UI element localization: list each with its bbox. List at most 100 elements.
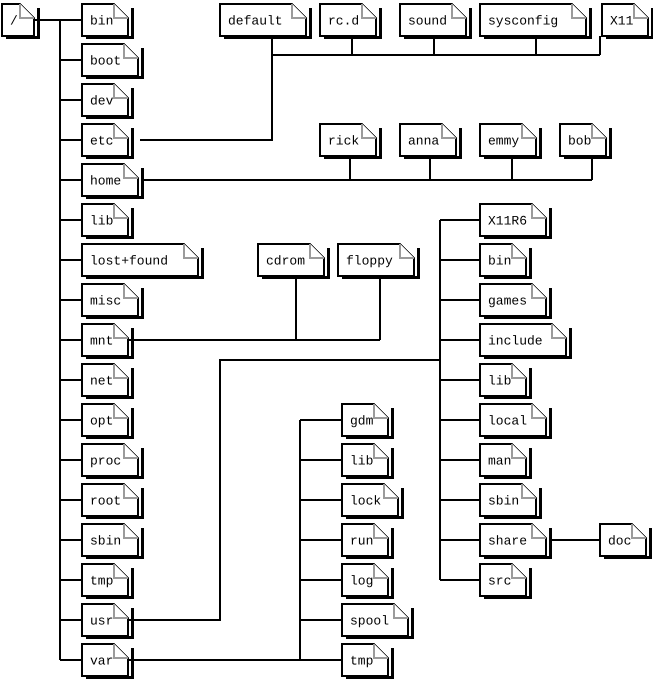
folder-node-anna[interactable]: anna bbox=[399, 123, 462, 159]
folder-node-net[interactable]: net bbox=[81, 363, 134, 399]
folder-node-boot[interactable]: boot bbox=[81, 43, 144, 79]
folder-node-varlib[interactable]: lib bbox=[341, 443, 394, 479]
folder-node-bob[interactable]: bob bbox=[559, 123, 612, 159]
folder-node-src[interactable]: src bbox=[479, 563, 532, 599]
folder-node-emmy[interactable]: emmy bbox=[479, 123, 542, 159]
folder-node-cdrom[interactable]: cdrom bbox=[257, 243, 330, 279]
folder-label-tmp: tmp bbox=[90, 573, 113, 588]
folder-label-local: local bbox=[488, 413, 527, 428]
folder-node-lostfound[interactable]: lost+found bbox=[81, 243, 204, 279]
folder-node-include[interactable]: include bbox=[479, 323, 572, 359]
folder-label-net: net bbox=[90, 373, 113, 388]
folder-node-usrsbin[interactable]: sbin bbox=[479, 483, 542, 519]
folder-node-doc[interactable]: doc bbox=[599, 523, 652, 559]
folder-label-opt: opt bbox=[90, 413, 113, 428]
folder-label-usrlib: lib bbox=[488, 373, 511, 388]
folder-node-floppy[interactable]: floppy bbox=[337, 243, 420, 279]
folder-label-run: run bbox=[350, 533, 373, 548]
folder-label-rcd: rc.d bbox=[328, 13, 359, 28]
folder-label-sbin: sbin bbox=[90, 533, 121, 548]
folder-node-spool[interactable]: spool bbox=[341, 603, 414, 639]
folder-node-opt[interactable]: opt bbox=[81, 403, 134, 439]
folder-node-etc[interactable]: etc bbox=[81, 123, 134, 159]
folder-label-default: default bbox=[228, 13, 283, 28]
folder-node-log[interactable]: log bbox=[341, 563, 394, 599]
folder-node-proc[interactable]: proc bbox=[81, 443, 144, 479]
folder-label-usr: usr bbox=[90, 613, 113, 628]
folder-label-varlib: lib bbox=[350, 453, 373, 468]
folder-label-sound: sound bbox=[408, 13, 447, 28]
folder-node-tmp[interactable]: tmp bbox=[81, 563, 134, 599]
folder-node-root[interactable]: / bbox=[1, 3, 40, 39]
folder-label-usrsbin: sbin bbox=[488, 493, 519, 508]
folder-label-src: src bbox=[488, 573, 511, 588]
folder-label-gdm: gdm bbox=[350, 413, 374, 428]
folder-label-misc: misc bbox=[90, 293, 121, 308]
folder-node-sound[interactable]: sound bbox=[399, 3, 472, 39]
folder-fold-corner-icon bbox=[123, 484, 138, 499]
folder-node-vartmp[interactable]: tmp bbox=[341, 643, 394, 679]
folder-node-home[interactable]: home bbox=[81, 163, 144, 199]
folder-label-vartmp: tmp bbox=[350, 653, 373, 668]
folder-fold-corner-icon bbox=[531, 524, 546, 539]
folder-fold-corner-icon bbox=[123, 444, 138, 459]
folder-node-var[interactable]: var bbox=[81, 643, 134, 679]
folder-node-rick[interactable]: rick bbox=[319, 123, 382, 159]
folder-node-sbin[interactable]: sbin bbox=[81, 523, 144, 559]
folder-node-games[interactable]: games bbox=[479, 283, 552, 319]
folder-label-include: include bbox=[488, 333, 543, 348]
folder-label-dev: dev bbox=[90, 93, 114, 108]
folder-node-run[interactable]: run bbox=[341, 523, 394, 559]
folder-fold-corner-icon bbox=[399, 244, 414, 259]
folder-label-mnt: mnt bbox=[90, 333, 113, 348]
tree-canvas: / bin boot dev etc home lib lost+found misc mnt ne… bbox=[1, 3, 653, 679]
folder-label-doc: doc bbox=[608, 533, 631, 548]
folder-node-sysconfig[interactable]: sysconfig bbox=[479, 3, 592, 39]
folder-label-log: log bbox=[350, 573, 373, 588]
folder-fold-corner-icon bbox=[123, 44, 138, 59]
folder-label-x11: X11 bbox=[610, 13, 634, 28]
folder-node-x11[interactable]: X11 bbox=[601, 3, 653, 39]
folder-node-misc[interactable]: misc bbox=[81, 283, 144, 319]
folder-node-lock[interactable]: lock bbox=[341, 483, 404, 519]
folder-fold-corner-icon bbox=[113, 84, 128, 99]
folder-node-dev[interactable]: dev bbox=[81, 83, 134, 119]
folder-label-etc: etc bbox=[90, 133, 113, 148]
folder-node-mnt[interactable]: mnt bbox=[81, 323, 134, 359]
folder-label-lostfound: lost+found bbox=[90, 253, 168, 268]
folder-label-root: / bbox=[10, 13, 18, 28]
folder-node-default[interactable]: default bbox=[219, 3, 312, 39]
folder-node-lib[interactable]: lib bbox=[81, 203, 134, 239]
folder-node-layer: / bin boot dev etc home lib lost+found misc mnt ne… bbox=[1, 3, 653, 679]
folder-fold-corner-icon bbox=[373, 404, 388, 419]
folder-label-spool: spool bbox=[350, 613, 389, 628]
folder-node-local[interactable]: local bbox=[479, 403, 552, 439]
folder-fold-corner-icon bbox=[511, 564, 526, 579]
folder-node-gdm[interactable]: gdm bbox=[341, 403, 394, 439]
folder-label-cdrom: cdrom bbox=[266, 253, 305, 268]
folder-label-lock: lock bbox=[350, 493, 381, 508]
folder-label-usrbin: bin bbox=[488, 253, 511, 268]
folder-fold-corner-icon bbox=[383, 484, 398, 499]
folder-label-man: man bbox=[488, 453, 511, 468]
folder-label-x11r6: X11R6 bbox=[488, 213, 527, 228]
folder-label-var: var bbox=[90, 653, 113, 668]
folder-label-rootdir: root bbox=[90, 493, 121, 508]
folder-node-rootdir[interactable]: root bbox=[81, 483, 144, 519]
folder-fold-corner-icon bbox=[631, 524, 646, 539]
folder-body bbox=[1, 3, 35, 37]
folder-label-share: share bbox=[488, 533, 527, 548]
folder-node-bin[interactable]: bin bbox=[81, 3, 134, 39]
connector-etc-to-etcbus bbox=[140, 54, 600, 141]
folder-node-x11r6[interactable]: X11R6 bbox=[479, 203, 552, 239]
folder-label-boot: boot bbox=[90, 53, 121, 68]
folder-fold-corner-icon bbox=[183, 244, 198, 259]
folder-node-share[interactable]: share bbox=[479, 523, 552, 559]
folder-node-usrlib[interactable]: lib bbox=[479, 363, 532, 399]
folder-node-rcd[interactable]: rc.d bbox=[319, 3, 382, 39]
folder-fold-corner-icon bbox=[19, 4, 34, 19]
folder-label-bob: bob bbox=[568, 133, 591, 148]
folder-node-usr[interactable]: usr bbox=[81, 603, 134, 639]
folder-node-usrbin[interactable]: bin bbox=[479, 243, 532, 279]
folder-node-man[interactable]: man bbox=[479, 443, 532, 479]
